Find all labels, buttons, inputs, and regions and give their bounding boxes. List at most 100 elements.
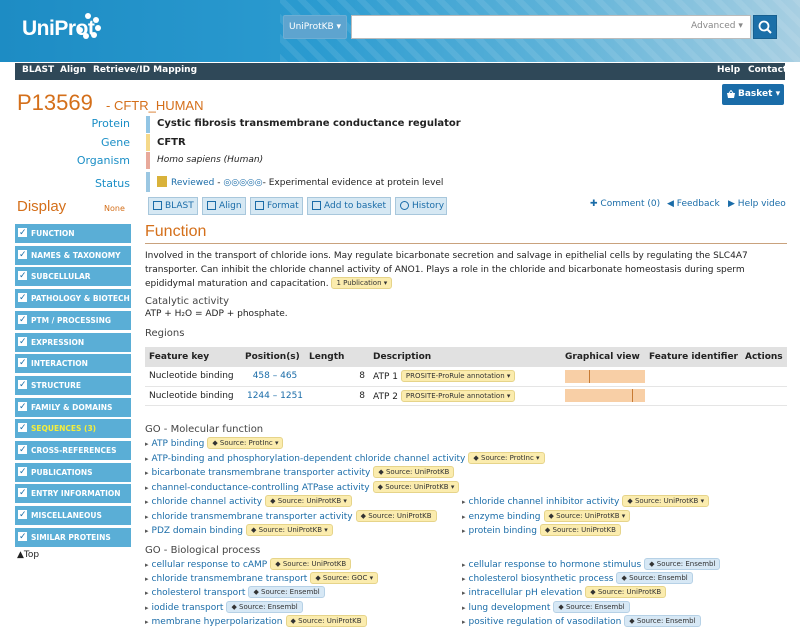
display-item[interactable]: ✓ STRUCTURE xyxy=(15,375,131,395)
go-term-link[interactable]: cellular response to cAMP xyxy=(152,560,268,570)
go-term-link[interactable]: cholesterol biosynthetic process xyxy=(469,574,614,584)
go-source-badge[interactable]: ◆ Source: Ensembl xyxy=(644,558,721,570)
display-item[interactable]: ✓ EXPRESSION xyxy=(15,332,131,352)
go-source-badge[interactable]: ◆ Source: UniProtKB xyxy=(270,558,352,570)
go-source-badge[interactable]: ◆ Source: ProtInc ▾ xyxy=(468,451,545,464)
col-length[interactable]: Length xyxy=(305,347,369,367)
display-none-link[interactable]: None xyxy=(104,204,125,213)
go-source-badge[interactable]: ◆ Source: Ensembl xyxy=(616,572,693,585)
graphical-view-bar[interactable] xyxy=(565,369,645,383)
go-source-badge[interactable]: ◆ Source: UniProtKB ▾ xyxy=(246,524,333,536)
annotation-pill[interactable]: PROSITE-ProRule annotation ▾ xyxy=(400,370,516,383)
go-source-badge[interactable]: ◆ Source: ProtInc ▾ xyxy=(207,437,284,449)
go-term-link[interactable]: membrane hyperpolarization xyxy=(152,617,283,627)
display-item[interactable]: ✓ MISCELLANEOUS xyxy=(15,506,131,526)
go-term-link[interactable]: chloride channel inhibitor activity xyxy=(469,497,620,507)
display-item[interactable]: ✓ FUNCTION xyxy=(15,224,131,243)
go-source-badge[interactable]: ◆ Source: Ensembl xyxy=(226,600,303,613)
advanced-search-link[interactable]: Advanced ▾ xyxy=(691,21,743,31)
display-item[interactable]: ✓SUBCELLULAR LOCATION xyxy=(15,267,131,300)
col-description[interactable]: Description xyxy=(369,347,561,367)
go-term-link[interactable]: ATP-binding and phosphorylation-dependen… xyxy=(152,454,466,464)
position-link[interactable]: 1244 – 1251 xyxy=(241,386,305,406)
go-source-badge[interactable]: ◆ Source: GOC ▾ xyxy=(310,572,379,585)
history-button[interactable]: History xyxy=(395,197,447,215)
display-item[interactable]: ✓ PUBLICATIONS xyxy=(15,462,131,482)
go-source-badge[interactable]: ◆ Source: UniProtKB xyxy=(585,586,667,599)
nav-retrieve-id-mapping[interactable]: Retrieve/ID Mapping xyxy=(93,65,197,75)
checkbox-icon[interactable]: ✓ xyxy=(18,445,27,455)
checkbox-icon[interactable]: ✓ xyxy=(18,358,27,368)
go-source-badge[interactable]: ◆ Source: Ensembl xyxy=(624,614,701,627)
go-source-badge[interactable]: ◆ Source: UniProtKB xyxy=(539,524,621,536)
go-term-link[interactable]: cellular response to hormone stimulus xyxy=(469,560,642,570)
checkbox-icon[interactable]: ✓ xyxy=(18,271,27,281)
go-term-link[interactable]: lung development xyxy=(469,603,551,613)
go-source-badge[interactable]: ◆ Source: UniProtKB ▾ xyxy=(265,495,352,507)
checkbox-icon[interactable]: ✓ xyxy=(18,249,27,259)
go-source-badge[interactable]: ◆ Source: UniProtKB xyxy=(285,614,367,627)
basket-button[interactable]: Basket ▾ xyxy=(722,84,784,105)
go-term-link[interactable]: ATP binding xyxy=(152,439,205,449)
go-term-link[interactable]: cholesterol transport xyxy=(152,588,246,598)
go-source-badge[interactable]: ◆ Source: UniProtKB xyxy=(355,509,437,522)
col-feature-key[interactable]: Feature key xyxy=(145,347,241,367)
display-item[interactable]: ✓ NAMES & TAXONOMY xyxy=(15,245,131,265)
format-button[interactable]: Format xyxy=(250,197,303,215)
go-term-link[interactable]: channel-conductance-controlling ATPase a… xyxy=(152,483,370,493)
reviewed-link[interactable]: Reviewed xyxy=(171,178,214,188)
nav-help[interactable]: Help xyxy=(717,65,740,75)
display-item[interactable]: ✓ PATHOLOGY & BIOTECH xyxy=(15,289,131,309)
checkbox-icon[interactable]: ✓ xyxy=(18,314,27,324)
go-term-link[interactable]: intracellular pH elevation xyxy=(469,588,583,598)
nav-blast[interactable]: BLAST xyxy=(22,65,54,75)
align-button[interactable]: Align xyxy=(202,197,246,215)
nav-contact[interactable]: Contact xyxy=(748,65,787,75)
checkbox-icon[interactable]: ✓ xyxy=(18,488,27,498)
go-source-badge[interactable]: ◆ Source: UniProtKB ▾ xyxy=(372,480,460,493)
checkbox-icon[interactable]: ✓ xyxy=(18,423,27,433)
graphical-view-bar[interactable] xyxy=(565,389,645,402)
checkbox-icon[interactable]: ✓ xyxy=(18,510,27,520)
col-feature-identifier[interactable]: Feature identifier xyxy=(645,347,741,367)
go-term-link[interactable]: positive regulation of vasodilation xyxy=(469,617,622,627)
display-item[interactable]: ✓ ENTRY INFORMATION xyxy=(15,484,131,504)
position-link[interactable]: 458 – 465 xyxy=(241,367,305,387)
checkbox-icon[interactable]: ✓ xyxy=(18,336,27,346)
col-positions[interactable]: Position(s) xyxy=(241,347,305,367)
go-term-link[interactable]: protein binding xyxy=(469,526,537,536)
comment-link[interactable]: ✚ Comment (0) xyxy=(590,199,660,209)
top-link[interactable]: ▲Top xyxy=(17,550,39,560)
checkbox-icon[interactable]: ✓ xyxy=(18,466,27,476)
go-term-link[interactable]: enzyme binding xyxy=(469,512,541,522)
display-item[interactable]: ✓ SEQUENCES (3) xyxy=(15,419,131,439)
go-term-link[interactable]: bicarbonate transmembrane transporter ac… xyxy=(152,468,371,478)
checkbox-icon[interactable]: ✓ xyxy=(18,531,27,541)
checkbox-icon[interactable]: ✓ xyxy=(18,293,27,303)
go-term-link[interactable]: chloride transmembrane transporter activ… xyxy=(152,512,353,522)
blast-button[interactable]: BLAST xyxy=(148,197,198,215)
checkbox-icon[interactable]: ✓ xyxy=(18,228,27,238)
checkbox-icon[interactable]: ✓ xyxy=(18,401,27,411)
search-button[interactable] xyxy=(753,15,777,39)
display-item[interactable]: ✓ PTM / PROCESSING xyxy=(15,310,131,330)
display-item[interactable]: ✓ SIMILAR PROTEINS xyxy=(15,527,131,547)
go-source-badge[interactable]: ◆ Source: Ensembl xyxy=(248,586,325,599)
database-select[interactable]: UniProtKB ▾ xyxy=(283,15,347,39)
go-source-badge[interactable]: ◆ Source: Ensembl xyxy=(553,600,630,613)
display-item[interactable]: ✓ INTERACTION xyxy=(15,354,131,374)
go-source-badge[interactable]: ◆ Source: UniProtKB ▾ xyxy=(622,495,710,507)
display-item[interactable]: ✓ CROSS-REFERENCES xyxy=(15,441,131,460)
add-to-basket-button[interactable]: Add to basket xyxy=(307,197,391,215)
go-term-link[interactable]: PDZ domain binding xyxy=(152,526,244,536)
nav-align[interactable]: Align xyxy=(60,65,86,75)
feedback-link[interactable]: ◀ Feedback xyxy=(667,199,720,209)
help-video-link[interactable]: ▶ Help video xyxy=(728,199,786,209)
go-term-link[interactable]: chloride channel activity xyxy=(152,497,263,507)
go-source-badge[interactable]: ◆ Source: UniProtKB xyxy=(373,466,455,478)
annotation-pill[interactable]: PROSITE-ProRule annotation ▾ xyxy=(400,389,516,402)
go-term-link[interactable]: chloride transmembrane transport xyxy=(152,574,308,584)
display-item[interactable]: ✓ FAMILY & DOMAINS xyxy=(15,397,131,417)
publication-pill[interactable]: 1 Publication ▾ xyxy=(331,277,393,289)
go-term-link[interactable]: iodide transport xyxy=(152,603,224,613)
